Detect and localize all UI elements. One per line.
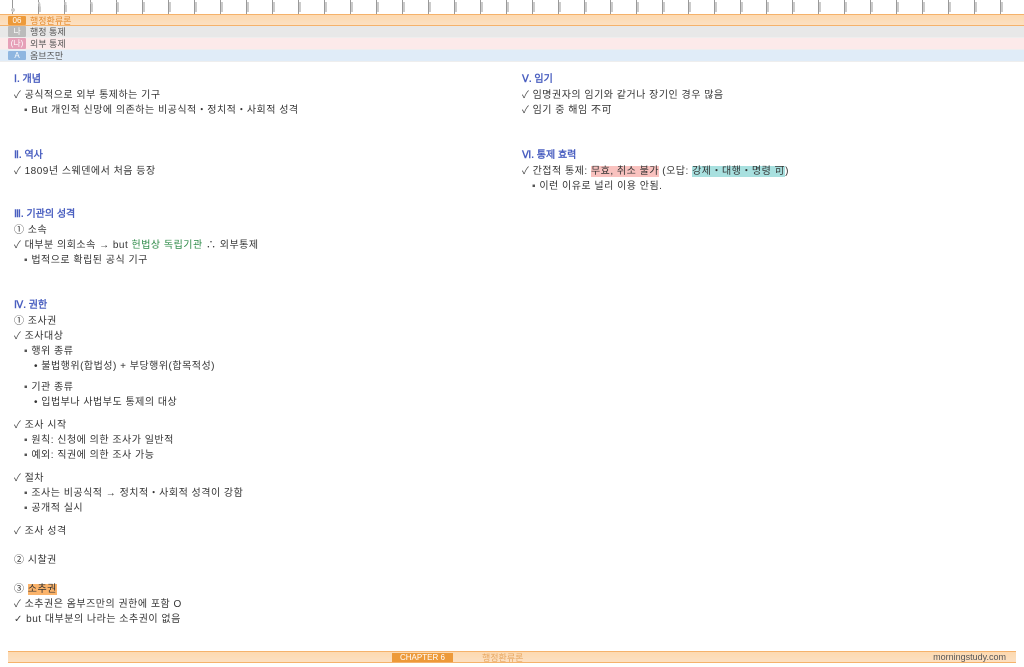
footer-site: morningstudy.com (933, 652, 1006, 662)
s4-c2-b2: 예외: 직권에 의한 조사 가능 (14, 448, 502, 463)
chapter-num-badge: 06 (8, 16, 26, 25)
tag3-badge: A (8, 51, 26, 60)
section-6-title: Ⅵ. 통제 효력 (522, 146, 1010, 161)
s4-num1: ① 조사권 (14, 314, 502, 329)
s4-n3-i1: 소추권은 옴부즈만의 권한에 포함 O (14, 597, 502, 612)
spiral-binding (0, 0, 1024, 14)
s3-item2: 법적으로 확립된 공식 기구 (14, 253, 502, 268)
s4-c2: 조사 시작 (14, 418, 502, 433)
s2-item1: 1809년 스웨덴에서 처음 등장 (14, 164, 502, 179)
tag2-badge: (나) (8, 38, 26, 49)
footer-subject: 행정환류론 (482, 651, 523, 664)
s4-num2: ② 시찰권 (14, 553, 502, 568)
section-3-title: Ⅲ. 기관의 성격 (14, 205, 502, 220)
header-tag3-bar: A 옴브즈만 (0, 50, 1024, 62)
s4-c1-b2-d1: 입법부나 사법부도 통제의 대상 (14, 395, 502, 410)
s4-c1-b1-d1: 불법행위(합법성) + 부당행위(합목적성) (14, 359, 502, 374)
left-column: Ⅰ. 개념 공식적으로 외부 통제하는 기구 But 개인적 신망에 의존하는 … (14, 66, 502, 627)
s4-n3-i2: but 대부분의 나라는 소추권이 없음 (14, 612, 502, 627)
footer-chapter: CHAPTER 6 (392, 653, 453, 662)
s6-item2: 이런 이유로 널리 이용 안됨. (522, 179, 1010, 194)
content-area: Ⅰ. 개념 공식적으로 외부 통제하는 기구 But 개인적 신망에 의존하는 … (0, 62, 1024, 627)
s4-c2-b1: 원칙: 신청에 의한 조사가 일반적 (14, 433, 502, 448)
section-4-title: Ⅳ. 권한 (14, 296, 502, 311)
s4-c3: 절차 (14, 471, 502, 486)
s3-item1: 대부분 의회소속 → but 헌법상 독립기관 ∴ 외부통제 (14, 238, 502, 253)
s1-item1: 공식적으로 외부 통제하는 기구 (14, 88, 502, 103)
header-tag1-bar: 나 행정 통제 (0, 26, 1024, 38)
s4-c1: 조사대상 (14, 329, 502, 344)
s4-c3-b1: 조사는 비공식적 → 정치적・사회적 성격이 강함 (14, 486, 502, 501)
s4-num3: ③ 소추권 (14, 582, 502, 597)
section-5-title: Ⅴ. 임기 (522, 70, 1010, 85)
s4-c1-b1: 행위 종류 (14, 344, 502, 359)
section-1-title: Ⅰ. 개념 (14, 70, 502, 85)
s3-num1: ① 소속 (14, 223, 502, 238)
s1-item2: But 개인적 신망에 의존하는 비공식적・정치적・사회적 성격 (14, 103, 502, 118)
s4-c3-b2: 공개적 실시 (14, 501, 502, 516)
right-column: Ⅴ. 임기 임명권자의 임기와 같거나 장기인 경우 많음 임기 중 해임 不可… (522, 66, 1010, 627)
tag1-badge: 나 (8, 26, 26, 37)
tag3-label: 옴브즈만 (30, 49, 63, 62)
header-tag2-bar: (나) 외부 통제 (0, 38, 1024, 50)
footer-bar: CHAPTER 6 행정환류론 morningstudy.com (8, 651, 1016, 663)
s6-item1: 간접적 통제: 무효, 취소 불가 (오답: 강제・대행・명령 可) (522, 164, 1010, 179)
s4-c4: 조사 성격 (14, 524, 502, 539)
s5-item1: 임명권자의 임기와 같거나 장기인 경우 많음 (522, 88, 1010, 103)
s5-item2: 임기 중 해임 不可 (522, 103, 1010, 118)
section-2-title: Ⅱ. 역사 (14, 146, 502, 161)
header-chapter-bar: 06 행정환류론 (0, 14, 1024, 26)
s4-c1-b2: 기관 종류 (14, 380, 502, 395)
